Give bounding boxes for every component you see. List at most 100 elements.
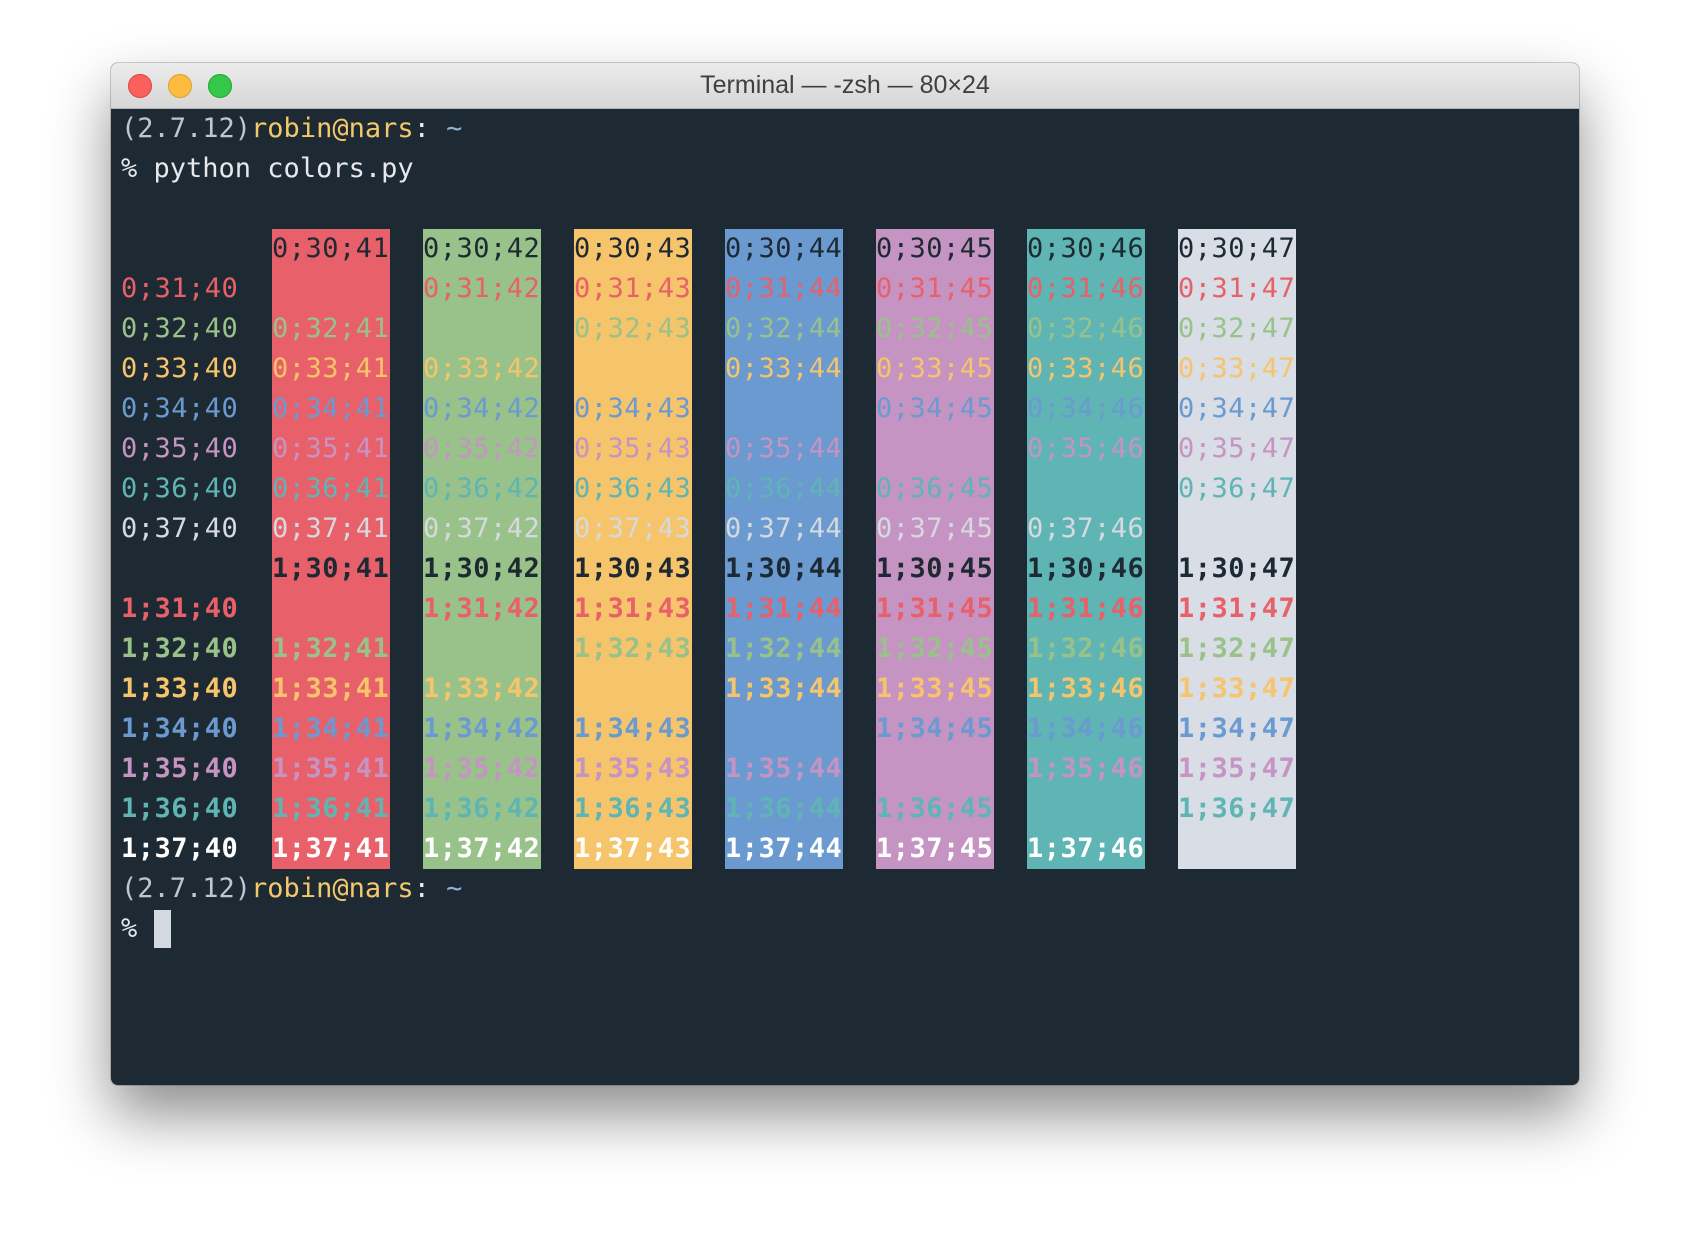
color-cell: 1;34;40: [121, 713, 239, 744]
color-cell: 1;33;40: [121, 673, 239, 704]
color-cell: 1;30;41: [272, 553, 390, 584]
color-cell: 0;31;46: [1027, 273, 1145, 304]
color-cell: 1;37;44: [725, 833, 843, 864]
color-cell: 0;34;42: [423, 393, 541, 424]
color-cell: 0;33;41: [272, 353, 390, 384]
color-cell: [574, 669, 692, 709]
color-cell: 1;36;47: [1178, 793, 1296, 824]
color-cell: 0;32;41: [272, 313, 390, 344]
color-cell: 0;34;40: [121, 393, 239, 424]
color-cell: 0;37;40: [121, 513, 239, 544]
color-cell: 1;31;40: [121, 593, 239, 624]
prompt-user-host: robin@nars: [251, 873, 414, 904]
color-cell: 1;35;43: [574, 753, 692, 784]
color-cell: 0;37;43: [574, 513, 692, 544]
prompt-separator: :: [413, 873, 447, 904]
color-cell: 0;32;46: [1027, 313, 1145, 344]
color-cell: 1;37;42: [423, 833, 541, 864]
prompt-path: ~: [446, 873, 463, 904]
color-cell: 0;30;41: [272, 233, 390, 264]
color-cell: 1;31;46: [1027, 593, 1145, 624]
color-cell: 0;31;45: [876, 273, 994, 304]
color-cell: 1;37;46: [1027, 833, 1145, 864]
color-cell: 0;33;44: [725, 353, 843, 384]
prompt-env: (2.7.12): [121, 113, 252, 144]
prompt-separator: :: [413, 113, 447, 144]
color-cell: 1;34;47: [1178, 713, 1296, 744]
color-cell: 1;35;40: [121, 753, 239, 784]
color-cell: 1;33;41: [272, 673, 390, 704]
color-cell: 0;36;43: [574, 473, 692, 504]
color-cell: 0;35;42: [423, 433, 541, 464]
color-cell: 1;31;42: [423, 593, 541, 624]
prompt-line: (2.7.12)robin@nars: ~: [121, 109, 462, 149]
color-cell: 0;36;42: [423, 473, 541, 504]
color-cell: 0;30;44: [725, 233, 843, 264]
terminal-window: Terminal — -zsh — 80×24 (2.7.12)robin@na…: [111, 63, 1579, 1085]
color-cell: 1;37;41: [272, 833, 390, 864]
color-cell: 1;31;47: [1178, 593, 1296, 624]
color-cell: 1;35;42: [423, 753, 541, 784]
color-cell: [725, 709, 843, 749]
color-cell: 1;32;43: [574, 633, 692, 664]
color-cell: [876, 429, 994, 469]
color-cell: 1;31;44: [725, 593, 843, 624]
color-cell: 0;31;47: [1178, 273, 1296, 304]
color-cell: [272, 589, 390, 629]
color-cell: 1;30;43: [574, 553, 692, 584]
color-cell: 1;32;47: [1178, 633, 1296, 664]
color-cell: 1;33;47: [1178, 673, 1296, 704]
color-cell: 1;37;43: [574, 833, 692, 864]
color-cell: 0;35;46: [1027, 433, 1145, 464]
color-cell: 1;36;42: [423, 793, 541, 824]
color-cell: 1;35;46: [1027, 753, 1145, 784]
color-cell: 1;31;45: [876, 593, 994, 624]
color-cell: 1;30;44: [725, 553, 843, 584]
text-cursor: [153, 910, 171, 948]
color-cell: 0;33;45: [876, 353, 994, 384]
color-cell: 0;34;47: [1178, 393, 1296, 424]
color-cell: [423, 629, 541, 669]
command-text: python colors.py: [153, 153, 414, 184]
color-cell: 0;35;44: [725, 433, 843, 464]
color-cell: 0;34;45: [876, 393, 994, 424]
color-cell: 0;34;46: [1027, 393, 1145, 424]
color-cell: 0;31;42: [423, 273, 541, 304]
color-cell: 1;30;42: [423, 553, 541, 584]
color-cell: [574, 349, 692, 389]
color-cell: 1;33;42: [423, 673, 541, 704]
color-cell: 1;32;40: [121, 633, 239, 664]
color-cell: [1027, 789, 1145, 829]
color-cell: 0;37;45: [876, 513, 994, 544]
color-cell: 0;32;40: [121, 313, 239, 344]
color-cell: 1;32;45: [876, 633, 994, 664]
color-cell: 0;35;40: [121, 433, 239, 464]
color-cell: 0;35;43: [574, 433, 692, 464]
color-cell: 0;33;42: [423, 353, 541, 384]
color-cell: 0;30;47: [1178, 233, 1296, 264]
color-cell: [725, 389, 843, 429]
color-cell: 1;37;45: [876, 833, 994, 864]
color-cell: [876, 749, 994, 789]
color-cell: 1;33;46: [1027, 673, 1145, 704]
color-cell: 1;35;47: [1178, 753, 1296, 784]
input-line[interactable]: %: [121, 909, 171, 949]
color-cell: 0;31;43: [574, 273, 692, 304]
color-cell: 0;30;42: [423, 233, 541, 264]
color-cell: 0;36;40: [121, 473, 239, 504]
color-cell: 1;34;41: [272, 713, 390, 744]
color-cell: 0;35;41: [272, 433, 390, 464]
color-cell: [121, 549, 239, 589]
color-cell: [272, 269, 390, 309]
color-cell: 0;33;46: [1027, 353, 1145, 384]
color-cell: 0;32;44: [725, 313, 843, 344]
color-table: 0;30;41 0;30;42 0;30;43 0;30;44 0;30;45 0;30;…: [121, 229, 1571, 869]
prompt-line-2: (2.7.12)robin@nars: ~: [121, 869, 462, 909]
color-cell: 0;34;43: [574, 393, 692, 424]
title-bar[interactable]: Terminal — -zsh — 80×24: [111, 63, 1579, 109]
color-cell: 1;35;44: [725, 753, 843, 784]
color-cell: 1;34;43: [574, 713, 692, 744]
color-cell: 0;31;40: [121, 273, 239, 304]
color-cell: 1;36;44: [725, 793, 843, 824]
color-cell: 0;33;47: [1178, 353, 1296, 384]
